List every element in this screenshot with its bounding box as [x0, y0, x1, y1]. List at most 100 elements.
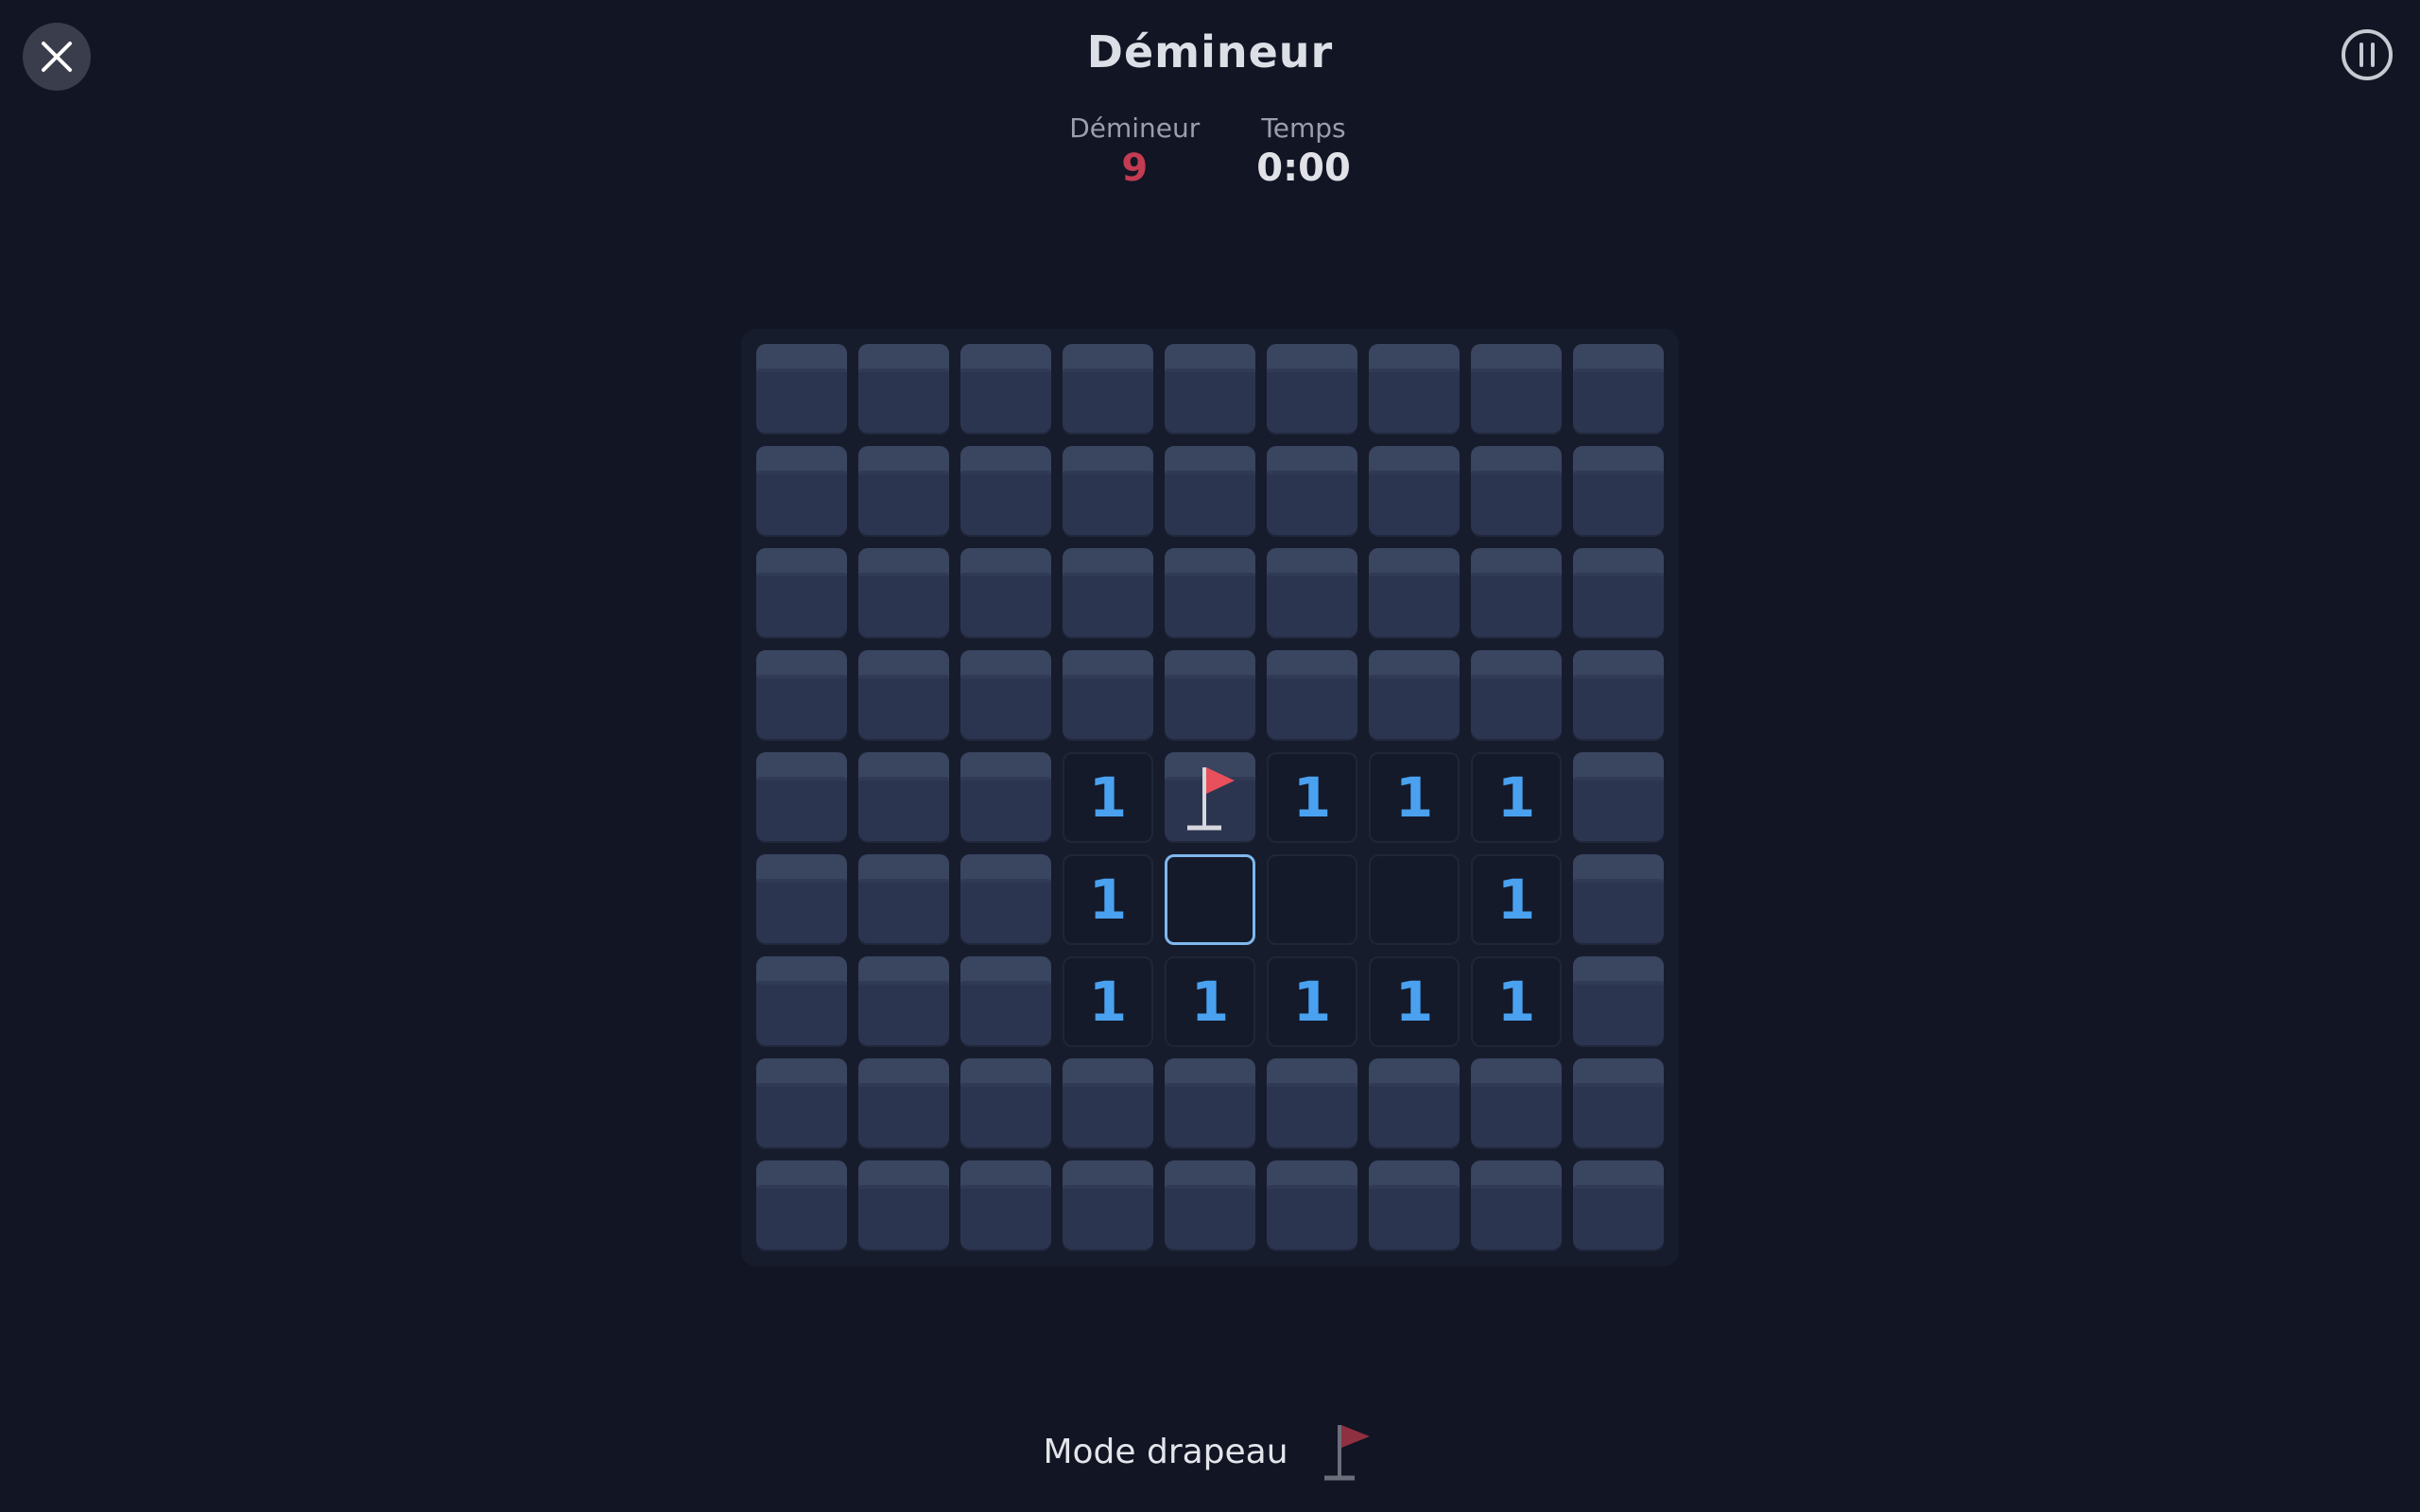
board-cell[interactable]: [756, 446, 847, 537]
board-cell[interactable]: [1165, 344, 1255, 435]
board-cell[interactable]: [756, 650, 847, 741]
cell-number: 1: [1088, 970, 1128, 1034]
number-cell[interactable]: 1: [1369, 956, 1460, 1047]
cell-number: 1: [1088, 765, 1128, 830]
board-cell[interactable]: [1063, 650, 1153, 741]
board-cell[interactable]: [1063, 344, 1153, 435]
board-cell[interactable]: [1573, 548, 1664, 639]
number-cell[interactable]: 1: [1063, 854, 1153, 945]
timer: Temps 0:00: [1256, 112, 1351, 191]
board-cell[interactable]: [1267, 1058, 1357, 1149]
flag-mode-label: Mode drapeau: [1043, 1432, 1288, 1471]
board-cell[interactable]: [756, 548, 847, 639]
board-cell[interactable]: [1369, 1058, 1460, 1149]
number-cell[interactable]: 1: [1267, 752, 1357, 843]
board-cell[interactable]: [858, 1160, 949, 1251]
stats-bar: Démineur 9 Temps 0:00: [0, 112, 2420, 191]
board-cell[interactable]: [1165, 548, 1255, 639]
pause-icon: [2342, 29, 2393, 80]
cell-number: 1: [1394, 970, 1434, 1034]
board-cell[interactable]: [756, 956, 847, 1047]
cell-number: 1: [1190, 970, 1230, 1034]
board-cell[interactable]: [1165, 650, 1255, 741]
board-cell[interactable]: [1369, 344, 1460, 435]
board-cell[interactable]: [960, 650, 1051, 741]
board-cell[interactable]: [960, 446, 1051, 537]
board-cell[interactable]: [960, 1160, 1051, 1251]
board-cell[interactable]: [1063, 548, 1153, 639]
number-cell[interactable]: 1: [1471, 854, 1562, 945]
flag-mode-toggle[interactable]: [1317, 1418, 1377, 1486]
board-cell[interactable]: [1573, 854, 1664, 945]
board-cell[interactable]: [1063, 446, 1153, 537]
board-cell[interactable]: [960, 548, 1051, 639]
board-cell[interactable]: [1471, 1160, 1562, 1251]
cell-number: 1: [1292, 765, 1332, 830]
time-value: 0:00: [1256, 146, 1351, 190]
board-cell[interactable]: [1165, 1160, 1255, 1251]
revealed-cell[interactable]: [1369, 854, 1460, 945]
flag-icon: [1187, 767, 1235, 831]
board-cell[interactable]: [1471, 548, 1562, 639]
board-cell[interactable]: [756, 1160, 847, 1251]
board-cell[interactable]: [858, 548, 949, 639]
board-cell[interactable]: [1369, 446, 1460, 537]
board-cell[interactable]: [1369, 650, 1460, 741]
board-cell[interactable]: [756, 344, 847, 435]
mines-label: Démineur: [1069, 112, 1201, 144]
board-cell[interactable]: [960, 956, 1051, 1047]
board-cell[interactable]: [1573, 446, 1664, 537]
flagged-cell[interactable]: [1165, 752, 1255, 843]
board-cell[interactable]: [1267, 1160, 1357, 1251]
board-cell[interactable]: [1165, 1058, 1255, 1149]
board-cell[interactable]: [1165, 446, 1255, 537]
board-cell[interactable]: [1573, 956, 1664, 1047]
number-cell[interactable]: 1: [1369, 752, 1460, 843]
board-cell[interactable]: [1267, 446, 1357, 537]
cell-number: 1: [1496, 970, 1536, 1034]
cell-number: 1: [1292, 970, 1332, 1034]
board-cell[interactable]: [960, 344, 1051, 435]
cell-number: 1: [1394, 765, 1434, 830]
board-cell[interactable]: [858, 344, 949, 435]
board-cell[interactable]: [960, 854, 1051, 945]
pause-button[interactable]: [2339, 26, 2395, 83]
board-cell[interactable]: [756, 752, 847, 843]
board-cell[interactable]: [1573, 650, 1664, 741]
board-cell[interactable]: [1369, 1160, 1460, 1251]
page-title: Démineur: [1086, 26, 1334, 77]
board-cell[interactable]: [858, 956, 949, 1047]
board-cell[interactable]: [858, 854, 949, 945]
board-cell[interactable]: [858, 650, 949, 741]
board-cell[interactable]: [1267, 548, 1357, 639]
number-cell[interactable]: 1: [1471, 956, 1562, 1047]
selected-cell[interactable]: [1165, 854, 1255, 945]
number-cell[interactable]: 1: [1165, 956, 1255, 1047]
board-cell[interactable]: [1573, 1058, 1664, 1149]
number-cell[interactable]: 1: [1063, 956, 1153, 1047]
board-cell[interactable]: [1471, 446, 1562, 537]
number-cell[interactable]: 1: [1063, 752, 1153, 843]
board-cell[interactable]: [858, 1058, 949, 1149]
board-cell[interactable]: [1063, 1160, 1153, 1251]
board-cell[interactable]: [1573, 1160, 1664, 1251]
board-cell[interactable]: [756, 854, 847, 945]
board-cell[interactable]: [1267, 344, 1357, 435]
board-cell[interactable]: [756, 1058, 847, 1149]
board-cell[interactable]: [1573, 344, 1664, 435]
board-cell[interactable]: [858, 752, 949, 843]
cell-number: 1: [1496, 765, 1536, 830]
revealed-cell[interactable]: [1267, 854, 1357, 945]
number-cell[interactable]: 1: [1471, 752, 1562, 843]
number-cell[interactable]: 1: [1267, 956, 1357, 1047]
board-cell[interactable]: [1471, 344, 1562, 435]
board-cell[interactable]: [960, 752, 1051, 843]
board-cell[interactable]: [1471, 650, 1562, 741]
board-cell[interactable]: [1471, 1058, 1562, 1149]
board-cell[interactable]: [960, 1058, 1051, 1149]
board-cell[interactable]: [1369, 548, 1460, 639]
board-cell[interactable]: [1267, 650, 1357, 741]
board-cell[interactable]: [1063, 1058, 1153, 1149]
board-cell[interactable]: [858, 446, 949, 537]
board-cell[interactable]: [1573, 752, 1664, 843]
